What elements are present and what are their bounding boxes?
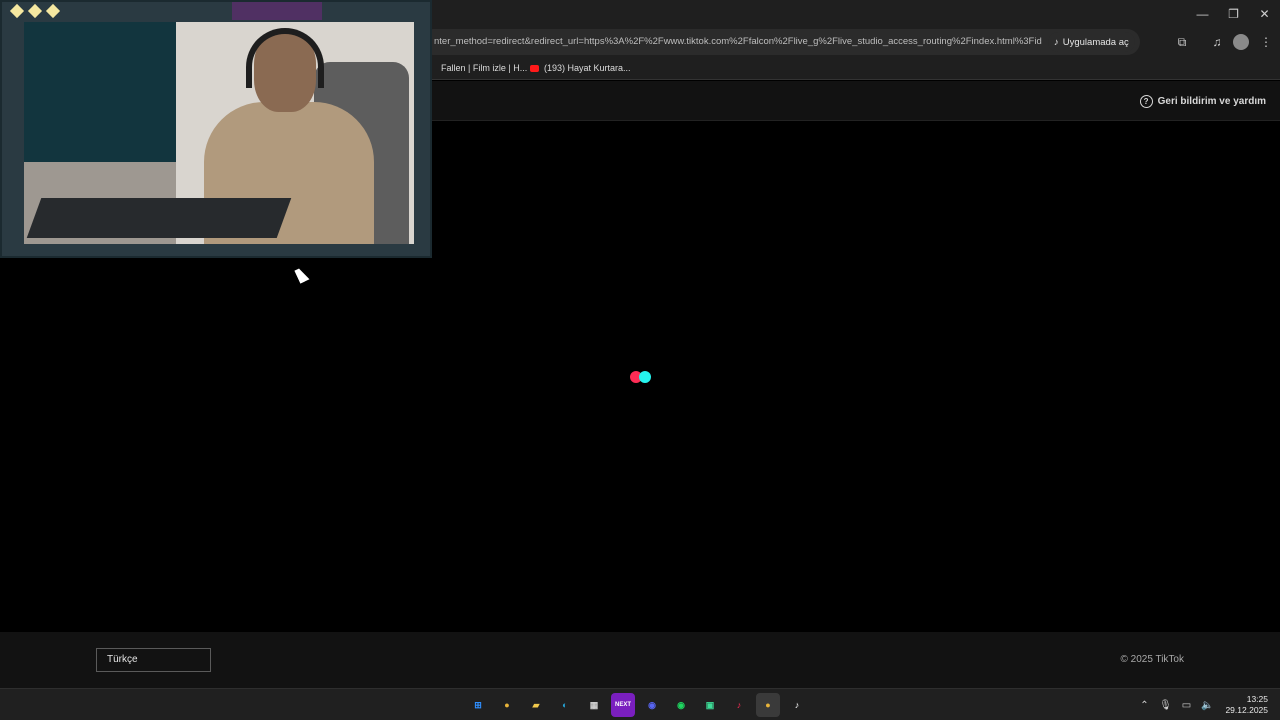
- windows-start-icon[interactable]: ⊞: [466, 693, 490, 717]
- help-circle-icon: ?: [1139, 94, 1153, 108]
- clock[interactable]: 13:25 29.12.2025: [1218, 694, 1280, 716]
- chrome-active-icon[interactable]: ●: [756, 693, 780, 717]
- clock-date: 29.12.2025: [1225, 705, 1268, 715]
- bookmark-label: (193) Hayat Kurtara...: [544, 63, 631, 73]
- edge-icon[interactable]: ◐: [553, 693, 577, 717]
- decor-star-icon: [45, 3, 61, 19]
- page-footer: Türkçe © 2025 TikTok: [0, 632, 1280, 688]
- minimize-button[interactable]: —: [1187, 0, 1218, 28]
- bookmark-item[interactable]: Fallen | Film izle | H...: [441, 56, 527, 80]
- feedback-help-label: Geri bildirim ve yardım: [1157, 95, 1266, 107]
- menu-kebab-icon[interactable]: ⋮: [1255, 28, 1277, 56]
- chevron-up-icon[interactable]: ⌃: [1134, 700, 1155, 711]
- bookmark-label: Fallen | Film izle | H...: [441, 63, 528, 73]
- webcam-video: [24, 22, 414, 244]
- tiktok-live-icon[interactable]: ♪: [727, 693, 751, 717]
- app-green-icon[interactable]: ▣: [698, 693, 722, 717]
- discord-icon[interactable]: ◉: [640, 693, 664, 717]
- cam-keyboard: [26, 198, 292, 238]
- restore-button[interactable]: ❐: [1218, 0, 1249, 28]
- tiktok-icon[interactable]: ♪: [785, 693, 809, 717]
- clock-time: 13:25: [1246, 694, 1268, 704]
- address-bar[interactable]: nter_method=redirect&redirect_url=https%…: [420, 29, 1140, 55]
- mouse-cursor-icon: [294, 266, 310, 284]
- screen: — ❐ ✕ nter_method=redirect&redirect_url=…: [0, 0, 1280, 720]
- open-in-app-label: Uygulamada aç: [1062, 36, 1129, 48]
- cam-monitor: [24, 22, 176, 162]
- bookmark-item[interactable]: (193) Hayat Kurtara...: [530, 56, 631, 80]
- microphone-icon[interactable]: 🎙: [1155, 700, 1176, 711]
- tiktok-icon: ♪: [1054, 36, 1059, 48]
- loading-spinner: [630, 371, 652, 383]
- overlay-stripe: [232, 2, 322, 20]
- file-explorer-icon[interactable]: ▰: [524, 693, 548, 717]
- close-button[interactable]: ✕: [1249, 0, 1280, 28]
- chrome-icon[interactable]: ●: [495, 693, 519, 717]
- url-text[interactable]: nter_method=redirect&redirect_url=https%…: [434, 29, 1042, 55]
- media-controls-icon[interactable]: ♫: [1206, 28, 1228, 56]
- profile-avatar[interactable]: [1233, 34, 1249, 50]
- system-tray: ⌃ 🎙 ▭ 🔈 13:25 29.12.2025: [1134, 689, 1280, 720]
- youtube-icon: [530, 64, 539, 72]
- webcam-overlay: [0, 0, 432, 258]
- extensions-icon[interactable]: ⧉: [1171, 28, 1193, 56]
- copyright-text: © 2025 TikTok: [1120, 654, 1184, 665]
- language-select[interactable]: Türkçe: [96, 648, 211, 672]
- window-controls: — ❐ ✕: [1187, 0, 1280, 28]
- taskbar-apps: ⊞ ● ▰ ◐ ▦ NEXT ◉ ◉ ▣ ♪ ● ♪: [466, 689, 809, 720]
- decor-star-icon: [27, 3, 43, 19]
- taskbar: ⊞ ● ▰ ◐ ▦ NEXT ◉ ◉ ▣ ♪ ● ♪ ⌃ 🎙 ▭ 🔈 13:25 29.12.2025: [0, 688, 1280, 720]
- decor-star-icon: [9, 3, 25, 19]
- feedback-help-link[interactable]: ? Geri bildirim ve yardım: [1139, 81, 1266, 121]
- network-icon[interactable]: ▭: [1176, 700, 1197, 711]
- next-icon[interactable]: NEXT: [611, 693, 635, 717]
- volume-icon[interactable]: 🔈: [1197, 700, 1218, 711]
- store-icon[interactable]: ▦: [582, 693, 606, 717]
- loader-dot-cyan: [639, 371, 651, 383]
- open-in-app-button[interactable]: ♪ Uygulamada aç: [1048, 32, 1135, 52]
- spotify-icon[interactable]: ◉: [669, 693, 693, 717]
